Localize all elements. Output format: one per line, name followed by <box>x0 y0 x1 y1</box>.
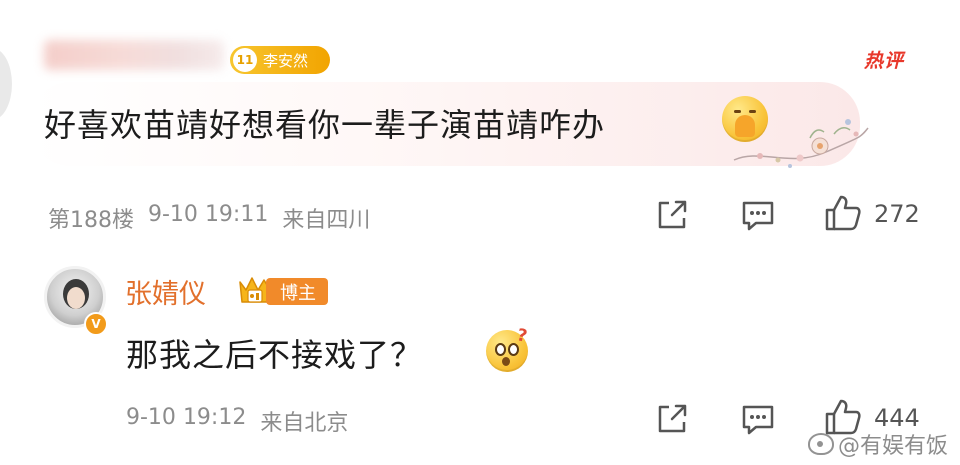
verified-badge-icon: V <box>84 312 108 336</box>
level-number: 11 <box>233 48 257 72</box>
comment-icon[interactable] <box>740 199 776 233</box>
commenter-avatar[interactable] <box>0 48 12 120</box>
like-thumb-icon[interactable] <box>823 193 863 233</box>
user-level-badge: 11 李安然 <box>230 46 330 74</box>
share-icon[interactable] <box>655 198 689 232</box>
blogger-tag: 博主 <box>266 278 328 305</box>
level-badge-label: 李安然 <box>263 51 309 70</box>
watermark-text: @有娱有饭 <box>838 434 949 459</box>
comment-meta: 第188楼 9-10 19:11 来自四川 <box>48 202 370 234</box>
blurred-username[interactable] <box>44 40 224 70</box>
floral-decoration-icon <box>733 119 869 168</box>
weibo-watermark: @有娱有饭 <box>808 428 948 460</box>
comment-location: 来自四川 <box>282 208 371 233</box>
reply-username[interactable]: 张婧仪 <box>125 272 206 311</box>
comment-text: 好喜欢苗靖好想看你一辈子演苗靖咋办 <box>44 106 606 144</box>
reply-date: 9-10 19:12 <box>126 405 247 430</box>
comment-icon[interactable] <box>740 403 776 437</box>
reply-text: 那我之后不接戏了？ <box>126 336 424 374</box>
weibo-logo-icon <box>808 433 834 455</box>
like-count: 272 <box>874 200 920 228</box>
reply-meta: 9-10 19:12 来自北京 <box>126 405 348 437</box>
share-icon[interactable] <box>655 402 689 436</box>
reply-location: 来自北京 <box>260 411 349 436</box>
hot-comment-tag: 热评 <box>864 50 905 72</box>
floor-number: 第188楼 <box>48 208 134 233</box>
comment-date: 9-10 19:11 <box>148 202 269 227</box>
